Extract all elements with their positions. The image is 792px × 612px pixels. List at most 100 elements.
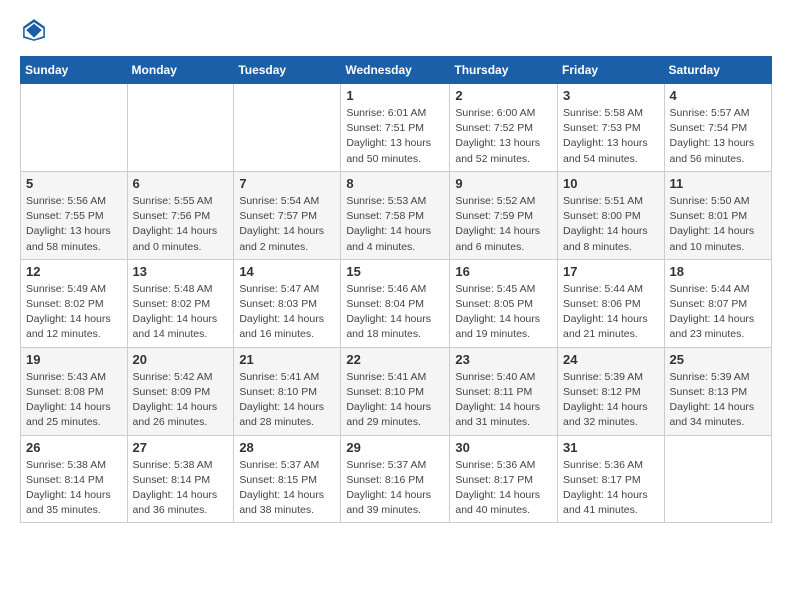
day-detail: Sunrise: 5:56 AM Sunset: 7:55 PM Dayligh… (26, 194, 122, 255)
calendar-cell: 18 Sunrise: 5:44 AM Sunset: 8:07 PM Dayli… (664, 259, 771, 347)
day-detail: Sunrise: 5:36 AM Sunset: 8:17 PM Dayligh… (563, 458, 659, 519)
weekday-header-friday: Friday (558, 57, 665, 84)
day-number: 6 (133, 176, 229, 191)
calendar-table: SundayMondayTuesdayWednesdayThursdayFrid… (20, 56, 772, 523)
day-detail: Sunrise: 5:39 AM Sunset: 8:13 PM Dayligh… (670, 370, 766, 431)
day-number: 29 (346, 440, 444, 455)
day-detail: Sunrise: 5:45 AM Sunset: 8:05 PM Dayligh… (455, 282, 552, 343)
calendar-cell: 14 Sunrise: 5:47 AM Sunset: 8:03 PM Dayli… (234, 259, 341, 347)
day-number: 24 (563, 352, 659, 367)
day-detail: Sunrise: 5:40 AM Sunset: 8:11 PM Dayligh… (455, 370, 552, 431)
calendar-cell: 24 Sunrise: 5:39 AM Sunset: 8:12 PM Dayli… (558, 347, 665, 435)
calendar-cell: 8Sunrise: 5:53 AM Sunset: 7:58 PM Daylig… (341, 171, 450, 259)
day-detail: Sunrise: 5:41 AM Sunset: 8:10 PM Dayligh… (239, 370, 335, 431)
day-number: 8 (346, 176, 444, 191)
calendar-cell: 2 Sunrise: 6:00 AM Sunset: 7:52 PM Daylig… (450, 84, 558, 172)
calendar-cell: 28 Sunrise: 5:37 AM Sunset: 8:15 PM Dayli… (234, 435, 341, 523)
calendar-cell: 25 Sunrise: 5:39 AM Sunset: 8:13 PM Dayli… (664, 347, 771, 435)
day-detail: Sunrise: 5:49 AM Sunset: 8:02 PM Dayligh… (26, 282, 122, 343)
day-detail: Sunrise: 5:37 AM Sunset: 8:15 PM Dayligh… (239, 458, 335, 519)
calendar-week-4: 19Sunrise: 5:43 AM Sunset: 8:08 PM Dayli… (21, 347, 772, 435)
day-number: 20 (133, 352, 229, 367)
day-number: 13 (133, 264, 229, 279)
day-number: 12 (26, 264, 122, 279)
weekday-header-tuesday: Tuesday (234, 57, 341, 84)
logo-icon (20, 16, 48, 44)
calendar-cell: 30 Sunrise: 5:36 AM Sunset: 8:17 PM Dayli… (450, 435, 558, 523)
day-number: 25 (670, 352, 766, 367)
calendar-cell: 16 Sunrise: 5:45 AM Sunset: 8:05 PM Dayli… (450, 259, 558, 347)
weekday-header-wednesday: Wednesday (341, 57, 450, 84)
day-detail: Sunrise: 5:48 AM Sunset: 8:02 PM Dayligh… (133, 282, 229, 343)
calendar-week-1: 1 Sunrise: 6:01 AM Sunset: 7:51 PM Daylig… (21, 84, 772, 172)
day-detail: Sunrise: 5:41 AM Sunset: 8:10 PM Dayligh… (346, 370, 444, 431)
calendar-cell: 9 Sunrise: 5:52 AM Sunset: 7:59 PM Daylig… (450, 171, 558, 259)
day-number: 1 (346, 88, 444, 103)
calendar-cell: 10 Sunrise: 5:51 AM Sunset: 8:00 PM Dayli… (558, 171, 665, 259)
day-number: 2 (455, 88, 552, 103)
day-detail: Sunrise: 6:01 AM Sunset: 7:51 PM Dayligh… (346, 106, 444, 167)
calendar-week-5: 26 Sunrise: 5:38 AM Sunset: 8:14 PM Dayli… (21, 435, 772, 523)
day-detail: Sunrise: 5:52 AM Sunset: 7:59 PM Dayligh… (455, 194, 552, 255)
day-detail: Sunrise: 5:51 AM Sunset: 8:00 PM Dayligh… (563, 194, 659, 255)
day-detail: Sunrise: 5:54 AM Sunset: 7:57 PM Dayligh… (239, 194, 335, 255)
calendar-cell (664, 435, 771, 523)
calendar-week-3: 12 Sunrise: 5:49 AM Sunset: 8:02 PM Dayli… (21, 259, 772, 347)
weekday-header-sunday: Sunday (21, 57, 128, 84)
day-detail: Sunrise: 5:39 AM Sunset: 8:12 PM Dayligh… (563, 370, 659, 431)
calendar-cell: 6 Sunrise: 5:55 AM Sunset: 7:56 PM Daylig… (127, 171, 234, 259)
calendar-cell: 26 Sunrise: 5:38 AM Sunset: 8:14 PM Dayli… (21, 435, 128, 523)
calendar-cell: 23Sunrise: 5:40 AM Sunset: 8:11 PM Dayli… (450, 347, 558, 435)
calendar-cell: 31 Sunrise: 5:36 AM Sunset: 8:17 PM Dayli… (558, 435, 665, 523)
day-number: 11 (670, 176, 766, 191)
weekday-header-saturday: Saturday (664, 57, 771, 84)
day-number: 15 (346, 264, 444, 279)
calendar-cell: 1 Sunrise: 6:01 AM Sunset: 7:51 PM Daylig… (341, 84, 450, 172)
day-detail: Sunrise: 5:42 AM Sunset: 8:09 PM Dayligh… (133, 370, 229, 431)
day-number: 16 (455, 264, 552, 279)
day-number: 30 (455, 440, 552, 455)
calendar-cell: 27 Sunrise: 5:38 AM Sunset: 8:14 PM Dayli… (127, 435, 234, 523)
page-header (20, 16, 772, 44)
calendar-cell: 4 Sunrise: 5:57 AM Sunset: 7:54 PM Daylig… (664, 84, 771, 172)
day-number: 10 (563, 176, 659, 191)
calendar-cell (234, 84, 341, 172)
calendar-cell: 17 Sunrise: 5:44 AM Sunset: 8:06 PM Dayli… (558, 259, 665, 347)
day-number: 14 (239, 264, 335, 279)
calendar-cell (127, 84, 234, 172)
day-number: 31 (563, 440, 659, 455)
day-detail: Sunrise: 5:38 AM Sunset: 8:14 PM Dayligh… (133, 458, 229, 519)
calendar-cell: 13 Sunrise: 5:48 AM Sunset: 8:02 PM Dayli… (127, 259, 234, 347)
day-number: 7 (239, 176, 335, 191)
calendar-week-2: 5 Sunrise: 5:56 AM Sunset: 7:55 PM Daylig… (21, 171, 772, 259)
calendar-cell: 22 Sunrise: 5:41 AM Sunset: 8:10 PM Dayli… (341, 347, 450, 435)
day-detail: Sunrise: 5:55 AM Sunset: 7:56 PM Dayligh… (133, 194, 229, 255)
day-detail: Sunrise: 5:44 AM Sunset: 8:06 PM Dayligh… (563, 282, 659, 343)
calendar-cell: 20 Sunrise: 5:42 AM Sunset: 8:09 PM Dayli… (127, 347, 234, 435)
calendar-cell: 29 Sunrise: 5:37 AM Sunset: 8:16 PM Dayli… (341, 435, 450, 523)
day-number: 26 (26, 440, 122, 455)
day-detail: Sunrise: 6:00 AM Sunset: 7:52 PM Dayligh… (455, 106, 552, 167)
day-detail: Sunrise: 5:47 AM Sunset: 8:03 PM Dayligh… (239, 282, 335, 343)
day-number: 18 (670, 264, 766, 279)
day-detail: Sunrise: 5:50 AM Sunset: 8:01 PM Dayligh… (670, 194, 766, 255)
day-number: 22 (346, 352, 444, 367)
day-detail: Sunrise: 5:57 AM Sunset: 7:54 PM Dayligh… (670, 106, 766, 167)
day-detail: Sunrise: 5:36 AM Sunset: 8:17 PM Dayligh… (455, 458, 552, 519)
calendar-cell: 15Sunrise: 5:46 AM Sunset: 8:04 PM Dayli… (341, 259, 450, 347)
calendar-cell: 12 Sunrise: 5:49 AM Sunset: 8:02 PM Dayli… (21, 259, 128, 347)
logo (20, 16, 52, 44)
day-detail: Sunrise: 5:37 AM Sunset: 8:16 PM Dayligh… (346, 458, 444, 519)
day-number: 5 (26, 176, 122, 191)
day-number: 27 (133, 440, 229, 455)
day-detail: Sunrise: 5:44 AM Sunset: 8:07 PM Dayligh… (670, 282, 766, 343)
calendar-cell: 19Sunrise: 5:43 AM Sunset: 8:08 PM Dayli… (21, 347, 128, 435)
day-number: 28 (239, 440, 335, 455)
day-detail: Sunrise: 5:58 AM Sunset: 7:53 PM Dayligh… (563, 106, 659, 167)
day-number: 9 (455, 176, 552, 191)
calendar-cell: 3Sunrise: 5:58 AM Sunset: 7:53 PM Daylig… (558, 84, 665, 172)
day-number: 17 (563, 264, 659, 279)
weekday-header-thursday: Thursday (450, 57, 558, 84)
day-detail: Sunrise: 5:38 AM Sunset: 8:14 PM Dayligh… (26, 458, 122, 519)
day-number: 4 (670, 88, 766, 103)
